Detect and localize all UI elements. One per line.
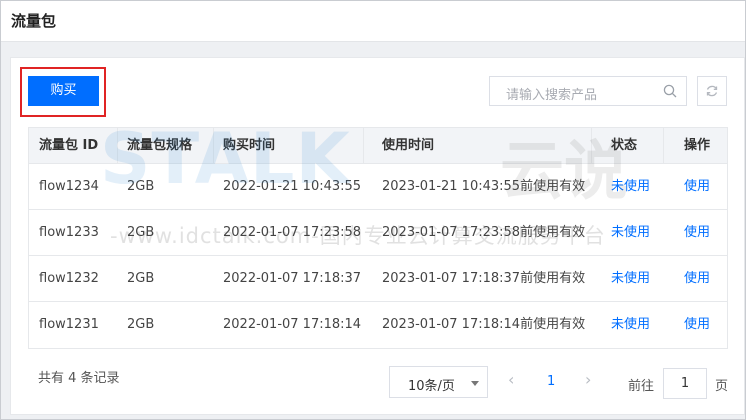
column-divider bbox=[117, 128, 118, 164]
column-header-spec: 流量包规格 bbox=[127, 138, 193, 153]
next-page-button[interactable]: › bbox=[585, 372, 599, 392]
buy-button[interactable]: 购买 bbox=[28, 76, 99, 106]
cell-id: flow1233 bbox=[39, 225, 99, 240]
cell-use-time: 2023-01-07 17:18:37前使用有效 bbox=[382, 271, 586, 286]
table-header: 流量包 ID 流量包规格 购买时间 使用时间 状态 操作 bbox=[29, 128, 727, 164]
cell-purchase-time: 2022-01-07 17:18:14 bbox=[223, 317, 362, 332]
search-placeholder: 请输入搜索产品 bbox=[506, 88, 598, 103]
cell-spec: 2GB bbox=[127, 317, 155, 332]
page-suffix: 页 bbox=[715, 379, 729, 394]
search-icon[interactable] bbox=[663, 84, 677, 98]
table-row: flow1233 2GB 2022-01-07 17:23:58 2023-01… bbox=[29, 210, 727, 256]
use-link[interactable]: 使用 bbox=[684, 302, 710, 348]
column-divider bbox=[213, 128, 214, 164]
cell-id: flow1234 bbox=[39, 179, 99, 194]
refresh-icon bbox=[706, 85, 718, 97]
caret-down-icon bbox=[471, 381, 479, 386]
table-row: flow1234 2GB 2022-01-21 10:43:55 2023-01… bbox=[29, 164, 727, 210]
goto-label: 前往 bbox=[628, 379, 655, 394]
column-header-purchase-time: 购买时间 bbox=[223, 138, 276, 153]
column-header-id: 流量包 ID bbox=[39, 138, 99, 153]
cell-id: flow1231 bbox=[39, 317, 99, 332]
page-size-select[interactable]: 10条/页 bbox=[389, 366, 488, 398]
page-size-value: 10条/页 bbox=[408, 379, 455, 394]
cell-purchase-time: 2022-01-21 10:43:55 bbox=[223, 179, 362, 194]
search-input[interactable]: 请输入搜索产品 bbox=[489, 76, 687, 106]
cell-status: 未使用 bbox=[611, 317, 651, 332]
current-page[interactable]: 1 bbox=[547, 374, 555, 389]
use-link[interactable]: 使用 bbox=[684, 256, 710, 302]
cell-status: 未使用 bbox=[611, 271, 651, 286]
cell-id: flow1232 bbox=[39, 271, 99, 286]
cell-use-time: 2023-01-07 17:18:14前使用有效 bbox=[382, 317, 586, 332]
page-title: 流量包 bbox=[11, 12, 57, 30]
cell-purchase-time: 2022-01-07 17:18:37 bbox=[223, 271, 362, 286]
column-header-action: 操作 bbox=[684, 138, 711, 153]
cell-use-time: 2023-01-21 10:43:55前使用有效 bbox=[382, 179, 586, 194]
column-divider bbox=[663, 128, 664, 164]
table-row: flow1232 2GB 2022-01-07 17:18:37 2023-01… bbox=[29, 256, 727, 302]
goto-page-input[interactable]: 1 bbox=[663, 368, 707, 399]
table-row: flow1231 2GB 2022-01-07 17:18:14 2023-01… bbox=[29, 302, 727, 348]
column-header-status: 状态 bbox=[611, 138, 638, 153]
use-link[interactable]: 使用 bbox=[684, 164, 710, 210]
prev-page-button[interactable]: ‹ bbox=[508, 372, 522, 392]
flow-package-table: 流量包 ID 流量包规格 购买时间 使用时间 状态 操作 flow1234 2G… bbox=[28, 127, 728, 349]
cell-status: 未使用 bbox=[611, 225, 651, 240]
cell-purchase-time: 2022-01-07 17:23:58 bbox=[223, 225, 362, 240]
column-divider bbox=[363, 128, 364, 164]
column-header-use-time: 使用时间 bbox=[382, 138, 435, 153]
cell-status: 未使用 bbox=[611, 179, 651, 194]
total-records: 共有 4 条记录 bbox=[38, 371, 120, 386]
cell-spec: 2GB bbox=[127, 225, 155, 240]
use-link[interactable]: 使用 bbox=[684, 210, 710, 256]
cell-spec: 2GB bbox=[127, 271, 155, 286]
cell-use-time: 2023-01-07 17:23:58前使用有效 bbox=[382, 225, 586, 240]
refresh-button[interactable] bbox=[697, 76, 727, 106]
column-divider bbox=[591, 128, 592, 164]
page-header: 流量包 bbox=[1, 1, 745, 42]
cell-spec: 2GB bbox=[127, 179, 155, 194]
